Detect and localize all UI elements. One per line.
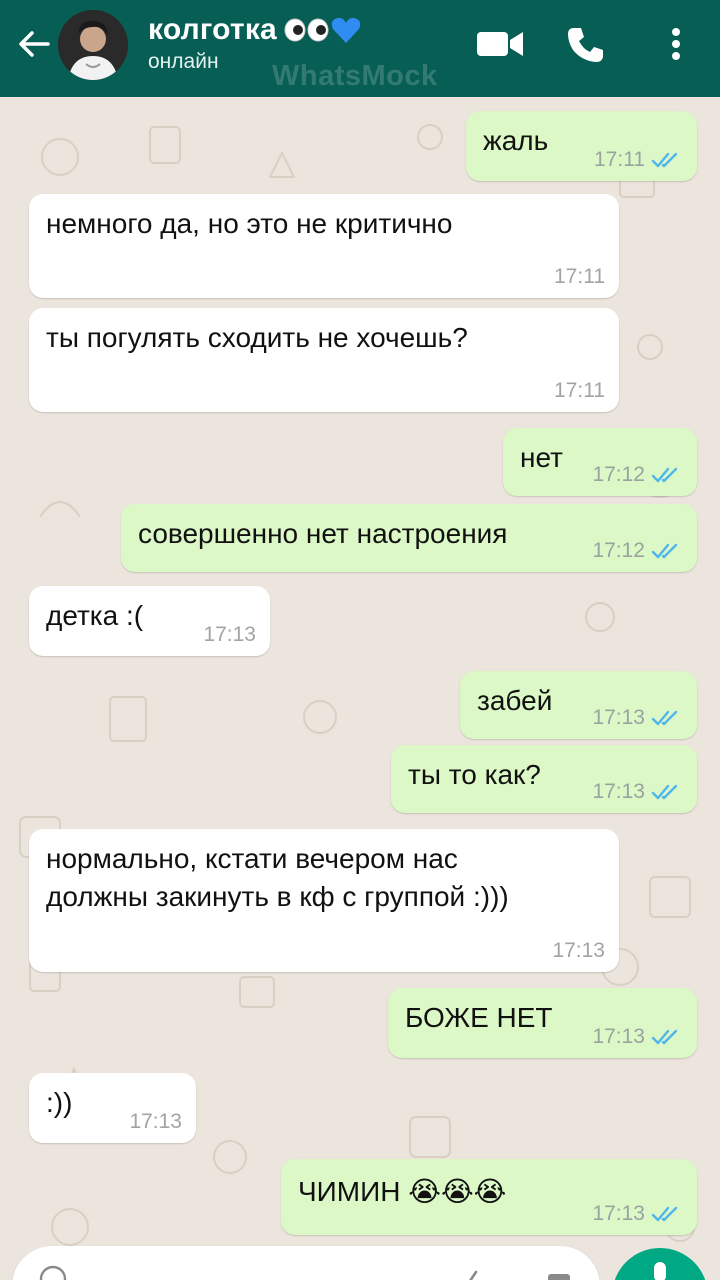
avatar[interactable] — [58, 10, 128, 80]
message-text: ЧИМИН 😭😭😭 — [298, 1176, 507, 1207]
read-receipt-icon — [651, 710, 678, 726]
video-call-icon[interactable] — [472, 22, 528, 66]
message-time: 17:11 — [554, 379, 605, 402]
read-receipt-icon — [651, 467, 678, 483]
watermark: WhatsMock — [272, 60, 438, 92]
message-time: 17:11 — [554, 265, 605, 288]
message-bubble-incoming[interactable]: детка :( 17:13 — [29, 586, 270, 656]
title-emoji-decor — [283, 16, 361, 44]
message-bubble-outgoing[interactable]: нет 17:12 — [503, 428, 697, 496]
read-receipt-icon — [651, 1206, 678, 1222]
message-time: 17:13 — [592, 706, 645, 729]
message-bubble-incoming[interactable]: ты погулять сходить не хочешь? 17:11 — [29, 308, 619, 412]
message-time: 17:13 — [592, 1202, 645, 1225]
message-text: ты то как? — [408, 759, 541, 790]
message-bubble-incoming[interactable]: немного да, но это не критично 17:11 — [29, 194, 619, 298]
message-time: 17:11 — [594, 148, 645, 171]
read-receipt-icon — [651, 1029, 678, 1045]
message-text: жаль — [483, 125, 549, 156]
message-time: 17:12 — [592, 463, 645, 486]
blue-heart-emoji-icon — [331, 17, 361, 43]
eyes-emoji-icon — [284, 18, 329, 42]
message-bubble-incoming[interactable]: нормально, кстати вечером нас должны зак… — [29, 829, 619, 972]
message-time: 17:13 — [592, 780, 645, 803]
message-text: :)) — [46, 1087, 73, 1118]
message-bubble-outgoing[interactable]: ты то как? 17:13 — [391, 745, 697, 813]
message-text: ты погулять сходить не хочешь? — [46, 322, 468, 353]
attach-icon[interactable] — [454, 1264, 484, 1280]
message-bubble-outgoing[interactable]: совершенно нет настроения 17:12 — [121, 504, 697, 572]
camera-icon[interactable] — [544, 1264, 574, 1280]
message-input-bar[interactable] — [12, 1246, 600, 1280]
message-bubble-outgoing[interactable]: ЧИМИН 😭😭😭 17:13 — [281, 1159, 697, 1235]
message-time: 17:13 — [203, 623, 256, 646]
message-text: нет — [520, 442, 563, 473]
message-time: 17:13 — [592, 1025, 645, 1048]
message-time: 17:13 — [129, 1110, 182, 1133]
back-arrow-icon[interactable] — [14, 24, 54, 64]
emoji-icon[interactable] — [38, 1264, 68, 1280]
message-text: БОЖЕ НЕТ — [405, 1002, 553, 1033]
message-time: 17:13 — [552, 939, 605, 962]
message-text: немного да, но это не критично — [46, 208, 453, 239]
message-bubble-outgoing[interactable]: жаль 17:11 — [466, 111, 697, 181]
mic-icon — [654, 1262, 666, 1280]
phone-call-icon[interactable] — [562, 22, 608, 66]
contact-status: онлайн — [148, 50, 219, 73]
chat-header: колготка онлайн WhatsMock — [0, 0, 720, 97]
message-text: нормально, кстати вечером нас должны зак… — [46, 843, 509, 912]
message-text: детка :( — [46, 600, 144, 631]
contact-name[interactable]: колготка — [148, 13, 277, 47]
message-bubble-incoming[interactable]: :)) 17:13 — [29, 1073, 196, 1143]
message-text: совершенно нет настроения — [138, 518, 508, 549]
mic-button[interactable] — [612, 1248, 708, 1280]
more-vert-icon[interactable] — [660, 22, 692, 66]
message-bubble-outgoing[interactable]: БОЖЕ НЕТ 17:13 — [388, 988, 697, 1058]
message-bubble-outgoing[interactable]: забей 17:13 — [460, 671, 697, 739]
message-time: 17:12 — [592, 539, 645, 562]
message-text: забей — [477, 685, 553, 716]
read-receipt-icon — [651, 152, 678, 168]
read-receipt-icon — [651, 784, 678, 800]
read-receipt-icon — [651, 543, 678, 559]
